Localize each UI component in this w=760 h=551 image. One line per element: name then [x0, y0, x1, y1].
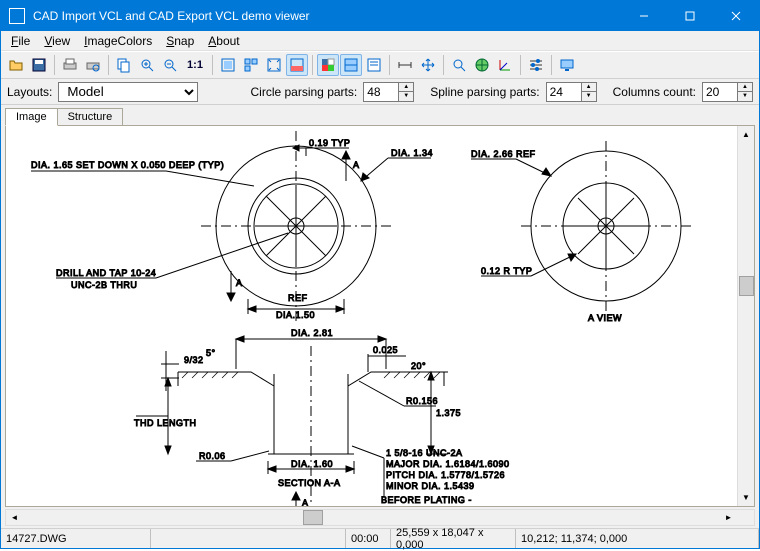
copy-icon[interactable] — [113, 54, 135, 76]
vertical-scrollbar[interactable]: ▲ ▼ — [737, 126, 754, 506]
svg-text:DIA.1.50: DIA.1.50 — [276, 310, 315, 320]
svg-text:1 5/8-16 UNC-2A: 1 5/8-16 UNC-2A — [386, 448, 463, 458]
columns-count-spinner[interactable]: ▲▼ — [738, 82, 753, 102]
horizontal-scrollbar[interactable]: ◄ ► — [5, 509, 755, 526]
svg-text:REF: REF — [288, 293, 308, 303]
status-filename: 14727.DWG — [1, 529, 151, 548]
menu-about[interactable]: About — [202, 33, 245, 49]
window-title: CAD Import VCL and CAD Export VCL demo v… — [33, 9, 621, 23]
status-bar: 14727.DWG 00:00 25,559 x 18,047 x 0,000 … — [1, 528, 759, 548]
spline-parts-label: Spline parsing parts: — [430, 85, 539, 99]
tab-image[interactable]: Image — [5, 108, 58, 126]
menu-snap[interactable]: Snap — [160, 33, 200, 49]
slide-icon[interactable] — [286, 54, 308, 76]
svg-text:MAJOR DIA. 1.6184/1.6090: MAJOR DIA. 1.6184/1.6090 — [386, 459, 510, 469]
svg-text:DIA. 1.34: DIA. 1.34 — [391, 148, 433, 158]
svg-text:0.025: 0.025 — [373, 345, 398, 355]
svg-text:20°: 20° — [411, 361, 426, 371]
zoom-100-icon[interactable]: 1:1 — [182, 54, 208, 76]
svg-text:THD LENGTH: THD LENGTH — [134, 418, 197, 428]
svg-text:DRILL AND TAP 10-24: DRILL AND TAP 10-24 — [56, 268, 156, 278]
svg-text:1.375: 1.375 — [436, 408, 461, 418]
tab-bar: Image Structure — [1, 105, 759, 125]
arrange-icon[interactable] — [240, 54, 262, 76]
spline-parts-input[interactable] — [546, 82, 582, 102]
properties-icon[interactable] — [363, 54, 385, 76]
svg-text:BEFORE PLATING -: BEFORE PLATING - — [381, 495, 472, 505]
fit-extents-icon[interactable] — [263, 54, 285, 76]
options-bar: Layouts: Model Circle parsing parts: ▲▼ … — [1, 79, 759, 105]
svg-text:DIA. 2.66 REF: DIA. 2.66 REF — [471, 149, 536, 159]
app-icon — [9, 8, 25, 24]
status-dims: 25,559 x 18,047 x 0,000 — [391, 529, 516, 548]
dim-icon[interactable] — [394, 54, 416, 76]
svg-text:DIA. 1.60: DIA. 1.60 — [291, 459, 333, 469]
world-icon[interactable] — [471, 54, 493, 76]
svg-text:A: A — [302, 498, 309, 506]
search-icon[interactable] — [448, 54, 470, 76]
svg-text:SECTION A-A: SECTION A-A — [278, 478, 341, 488]
drawing-canvas[interactable]: A A DIA. 1.65 SET DOWN X 0.050 DEEP (TYP… — [6, 126, 737, 506]
svg-text:DIA. 1.65 SET DOWN X 0.050 DEE: DIA. 1.65 SET DOWN X 0.050 DEEP (TYP) — [31, 160, 224, 170]
circle-parts-spinner[interactable]: ▲▼ — [399, 82, 414, 102]
zoom-in-icon[interactable] — [136, 54, 158, 76]
svg-text:0.19 TYP: 0.19 TYP — [309, 138, 350, 148]
svg-text:UNC-2B THRU: UNC-2B THRU — [71, 280, 137, 290]
app-window: CAD Import VCL and CAD Export VCL demo v… — [0, 0, 760, 549]
menu-bar: File View ImageColors Snap About — [1, 31, 759, 51]
menu-view[interactable]: View — [38, 33, 76, 49]
content-area: A A DIA. 1.65 SET DOWN X 0.050 DEEP (TYP… — [5, 125, 755, 507]
svg-text:5°: 5° — [206, 348, 216, 358]
tab-structure[interactable]: Structure — [57, 108, 124, 126]
minimize-button[interactable] — [621, 1, 667, 31]
close-button[interactable] — [713, 1, 759, 31]
menu-imagecolors[interactable]: ImageColors — [78, 33, 158, 49]
svg-text:A: A — [353, 160, 360, 170]
status-time: 00:00 — [346, 529, 391, 548]
svg-text:MINOR DIA. 1.5439: MINOR DIA. 1.5439 — [386, 481, 475, 491]
move-icon[interactable] — [417, 54, 439, 76]
svg-text:PITCH DIA. 1.5778/1.5726: PITCH DIA. 1.5778/1.5726 — [386, 470, 505, 480]
svg-text:DIA. 2.81: DIA. 2.81 — [291, 328, 333, 338]
svg-text:R0.156: R0.156 — [406, 396, 438, 406]
options-icon[interactable] — [525, 54, 547, 76]
layouts-label: Layouts: — [7, 85, 52, 99]
zoom-out-icon[interactable] — [159, 54, 181, 76]
print-preview-icon[interactable] — [82, 54, 104, 76]
print-icon[interactable] — [59, 54, 81, 76]
layouts-combo[interactable]: Model — [58, 82, 198, 102]
svg-text:9/32: 9/32 — [184, 355, 204, 365]
status-coords: 10,212; 11,374; 0,000 — [516, 529, 759, 548]
svg-text:A VIEW: A VIEW — [588, 313, 622, 323]
toolbar: 1:1 — [1, 51, 759, 79]
spline-parts-spinner[interactable]: ▲▼ — [582, 82, 597, 102]
axis-icon[interactable] — [494, 54, 516, 76]
svg-text:A: A — [236, 278, 243, 288]
status-extra — [151, 529, 346, 548]
circle-parts-input[interactable] — [363, 82, 399, 102]
svg-text:0.12 R TYP: 0.12 R TYP — [481, 266, 532, 276]
columns-count-input[interactable] — [702, 82, 738, 102]
save-icon[interactable] — [28, 54, 50, 76]
menu-file[interactable]: File — [5, 33, 36, 49]
open-icon[interactable] — [5, 54, 27, 76]
maximize-button[interactable] — [667, 1, 713, 31]
fit-window-icon[interactable] — [217, 54, 239, 76]
monitor-icon[interactable] — [556, 54, 578, 76]
circle-parts-label: Circle parsing parts: — [251, 85, 358, 99]
colors-icon[interactable] — [317, 54, 339, 76]
title-bar: CAD Import VCL and CAD Export VCL demo v… — [1, 1, 759, 31]
columns-count-label: Columns count: — [613, 85, 696, 99]
layers-icon[interactable] — [340, 54, 362, 76]
svg-text:R0.06: R0.06 — [199, 451, 226, 461]
